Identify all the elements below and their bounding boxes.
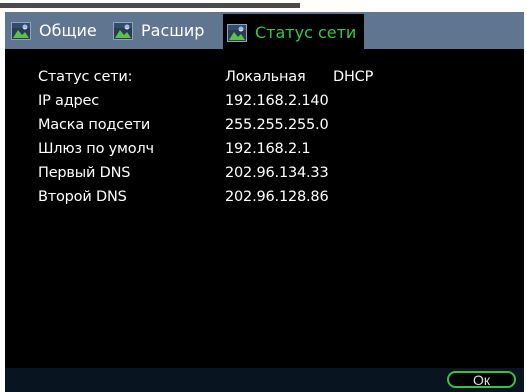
tab-general-label: Общие: [39, 21, 97, 40]
tab-network-status-label: Статус сети: [255, 23, 357, 42]
ok-button[interactable]: Ок: [447, 371, 516, 388]
tab-general[interactable]: Общие: [11, 14, 107, 47]
primary-dns-value: 202.96.134.33: [225, 165, 329, 181]
network-status-window: Общие Расшир Статус сети Статус сети: Ло…: [5, 12, 524, 392]
ip-address-value: 192.168.2.140: [225, 93, 329, 109]
default-gateway-value: 192.168.2.1: [225, 141, 311, 157]
network-settings-icon: [113, 21, 133, 40]
network-status-label: Статус сети:: [38, 69, 133, 85]
network-settings-icon: [227, 23, 247, 42]
network-status-value: Локальная: [225, 69, 306, 85]
subnet-mask-label: Маска подсети: [38, 117, 151, 133]
network-status-mode: DHCP: [333, 69, 374, 85]
tab-bar: Общие Расшир Статус сети: [5, 12, 524, 51]
top-strip: [0, 0, 527, 12]
window-top-border: [0, 3, 300, 8]
network-settings-icon: [11, 21, 31, 40]
primary-dns-label: Первый DNS: [38, 165, 131, 181]
tab-advanced-label: Расшир: [141, 21, 205, 40]
subnet-mask-value: 255.255.255.0: [225, 117, 329, 133]
default-gateway-label: Шлюз по умолч: [38, 141, 154, 157]
secondary-dns-value: 202.96.128.86: [225, 189, 329, 205]
ip-address-label: IP адрес: [38, 93, 100, 109]
tab-network-status[interactable]: Статус сети: [223, 14, 364, 51]
tab-advanced[interactable]: Расшир: [113, 14, 222, 47]
secondary-dns-label: Второй DNS: [38, 189, 127, 205]
